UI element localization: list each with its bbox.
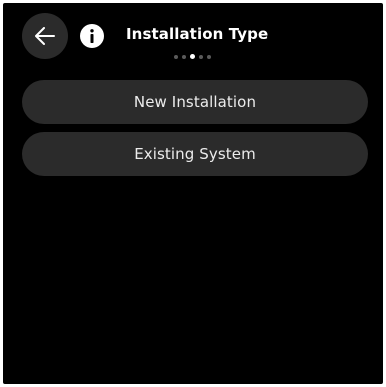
step-dot-4 bbox=[199, 54, 203, 59]
step-dot-3 bbox=[190, 54, 195, 59]
existing-system-button[interactable]: Existing System bbox=[22, 132, 368, 176]
step-dot-1 bbox=[174, 54, 178, 59]
info-button[interactable] bbox=[80, 24, 104, 48]
step-indicator bbox=[174, 54, 211, 59]
info-icon bbox=[90, 29, 94, 43]
screen: Installation Type New Installation Exist… bbox=[3, 3, 383, 384]
step-dot-5 bbox=[207, 54, 211, 59]
page-title: Installation Type bbox=[126, 25, 269, 43]
back-button[interactable] bbox=[22, 13, 68, 59]
arrow-left-icon bbox=[35, 27, 55, 45]
new-installation-button[interactable]: New Installation bbox=[22, 80, 368, 124]
step-dot-2 bbox=[182, 54, 186, 59]
